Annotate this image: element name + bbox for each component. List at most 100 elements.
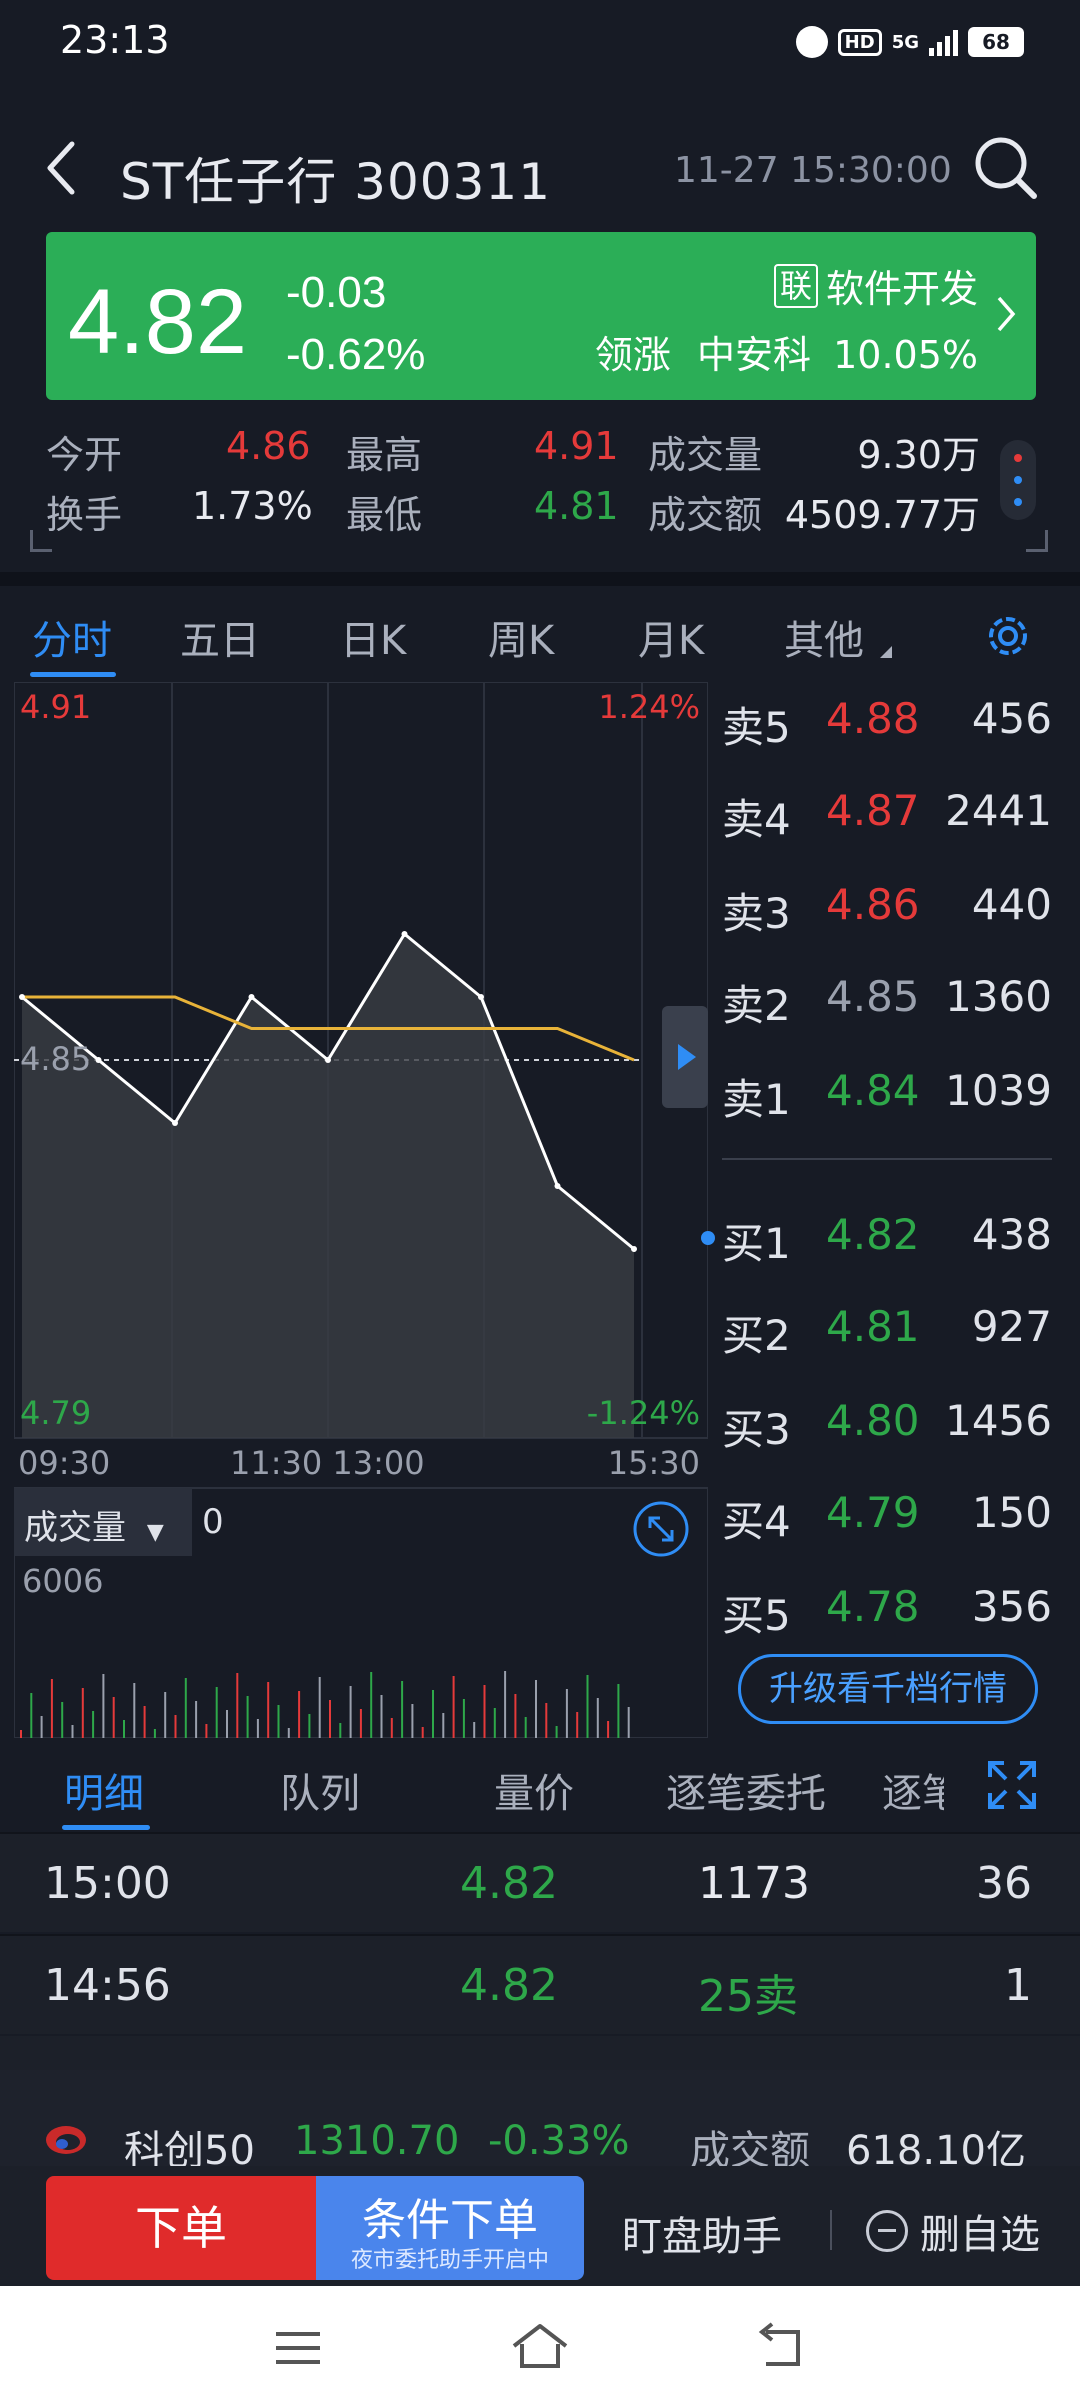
fullscreen-icon[interactable]: [632, 1500, 690, 1558]
place-order-button[interactable]: 下单: [46, 2176, 316, 2280]
volume-bar: [421, 1727, 424, 1738]
volume-bar: [545, 1703, 548, 1738]
volume-bar: [514, 1694, 517, 1738]
volume-bar: [493, 1708, 496, 1738]
volume-bar: [524, 1717, 527, 1738]
tab-detail[interactable]: 明细: [64, 1761, 144, 1819]
battery-icon: 68: [968, 27, 1024, 57]
volume-bar: [246, 1696, 249, 1738]
sector-info: 联 软件开发: [773, 258, 978, 313]
gear-icon[interactable]: [980, 608, 1036, 664]
volume-bar: [596, 1698, 599, 1738]
volume-indicator-select[interactable]: 成交量 ▼: [24, 1500, 164, 1549]
tab-intraday[interactable]: 分时: [32, 608, 112, 666]
search-icon[interactable]: [970, 132, 1040, 202]
back-nav-icon[interactable]: [752, 2322, 808, 2372]
system-nav-bar: [0, 2286, 1080, 2408]
tab-volume-price[interactable]: 量价: [494, 1761, 574, 1819]
lead-pct: 10.05%: [833, 333, 978, 377]
stats-panel: 今开 4.86 最高 4.91 成交量 9.30万 换手 1.73% 最低 4.…: [0, 410, 1080, 570]
ask-price: 4.84: [826, 1066, 920, 1115]
ask-row-5: 卖5 4.88 456: [722, 694, 1062, 754]
tab-daily-k[interactable]: 日K: [340, 608, 406, 666]
time-start: 09:30: [18, 1444, 111, 1482]
volume-bar: [555, 1726, 558, 1738]
tab-queue[interactable]: 队列: [280, 1761, 360, 1819]
signal-icon: [929, 28, 958, 56]
volume-bar: [607, 1721, 610, 1738]
volume-bar: [349, 1686, 352, 1738]
low-label: 最低: [346, 493, 423, 537]
volume-bar: [30, 1693, 33, 1738]
bid-price: 4.79: [826, 1488, 920, 1537]
more-dots-icon[interactable]: [1000, 440, 1036, 520]
ask-label: 卖5: [722, 703, 791, 752]
conditional-order-button[interactable]: 条件下单 夜市委托助手开启中: [316, 2176, 584, 2280]
tab-monthly-k[interactable]: 月K: [638, 608, 704, 666]
ticker-price: 1310.70: [294, 2118, 460, 2164]
volume-bar: [298, 1691, 301, 1738]
volume-bar: [462, 1699, 465, 1738]
tab-other[interactable]: 其他: [784, 608, 864, 666]
back-arrow-icon[interactable]: [40, 138, 84, 198]
ask-label: 卖4: [722, 795, 791, 844]
chart-top-price: 4.91: [20, 688, 92, 726]
change-value: -0.03: [286, 268, 387, 317]
volume-bar: [20, 1730, 22, 1738]
price-point: [95, 1057, 102, 1063]
bid-row-5: 买5 4.78 356: [722, 1582, 1062, 1642]
ask-price: 4.86: [826, 880, 920, 929]
alarm-icon: [795, 26, 828, 58]
open-label: 今开: [46, 433, 123, 477]
price-point: [478, 994, 484, 1000]
current-price-dot: [701, 1231, 715, 1245]
bid-label: 买2: [722, 1311, 791, 1360]
volume-bar: [411, 1704, 414, 1738]
network-label: 5G: [891, 31, 919, 53]
volume-bar: [102, 1674, 105, 1738]
price-card[interactable]: 4.82 -0.03 -0.62% 联 软件开发 领涨 中安科 10.05%: [46, 232, 1036, 400]
volume-bar: [359, 1709, 362, 1738]
price-point: [248, 994, 255, 1000]
chevron-right-icon: [997, 296, 1016, 332]
ask-volume: 456: [971, 694, 1052, 743]
bid-price: 4.81: [826, 1302, 920, 1351]
volume-bar: [442, 1713, 445, 1738]
remove-watchlist-label: 删自选: [920, 2212, 1040, 2258]
volume-bar: [318, 1677, 321, 1738]
volume-bar: [308, 1714, 311, 1738]
tab-trade-by-trade[interactable]: 逐笔: [882, 1761, 944, 1819]
remove-watchlist-button[interactable]: 删自选: [866, 2202, 1040, 2260]
index-ticker[interactable]: 科创50 1310.70 -0.33% 成交额 618.10亿: [0, 2070, 1080, 2180]
volume-bar: [205, 1724, 208, 1738]
volume-bar: [195, 1701, 198, 1738]
volume-bar: [143, 1706, 146, 1738]
menu-icon[interactable]: [272, 2328, 324, 2368]
volume-bar: [81, 1688, 84, 1738]
detail-tabs: 明细 队列 量价 逐笔委托 逐笔: [0, 1745, 1080, 1833]
tab-five-day[interactable]: 五日: [180, 608, 260, 666]
bid-row-4: 买4 4.79 150: [722, 1488, 1062, 1548]
tab-weekly-k[interactable]: 周K: [488, 608, 554, 666]
ask-price: 4.87: [826, 786, 920, 835]
action-bar: 下单 条件下单 夜市委托助手开启中 盯盘助手 删自选: [0, 2166, 1080, 2286]
watch-assistant-button[interactable]: 盯盘助手: [622, 2204, 782, 2262]
intraday-chart[interactable]: 4.91 1.24% 4.85 4.79 -1.24% 09:30 11:30 …: [13, 681, 715, 1739]
price-point: [631, 1246, 637, 1252]
trade-volume: 25卖: [698, 1971, 798, 2022]
volume-bar: [586, 1675, 589, 1738]
open-value: 4.86: [226, 424, 311, 468]
home-icon[interactable]: [508, 2320, 572, 2372]
volume-max: 6006: [22, 1562, 104, 1600]
expand-icon[interactable]: [986, 1759, 1038, 1811]
stock-header: ST任子行 300311 11-27 15:30:00: [0, 110, 1080, 230]
trade-time: 15:00: [44, 1858, 171, 1909]
expand-orderbook-handle[interactable]: [662, 1006, 708, 1108]
amount-value: 4509.77万: [784, 493, 980, 537]
volume-bar: [50, 1679, 53, 1738]
orderbook-separator: [722, 1158, 1052, 1160]
tab-order-by-order[interactable]: 逐笔委托: [666, 1761, 826, 1819]
upgrade-depth-button[interactable]: 升级看千档行情: [738, 1654, 1038, 1724]
ask-price: 4.88: [826, 694, 920, 743]
volume-bar: [565, 1689, 568, 1738]
